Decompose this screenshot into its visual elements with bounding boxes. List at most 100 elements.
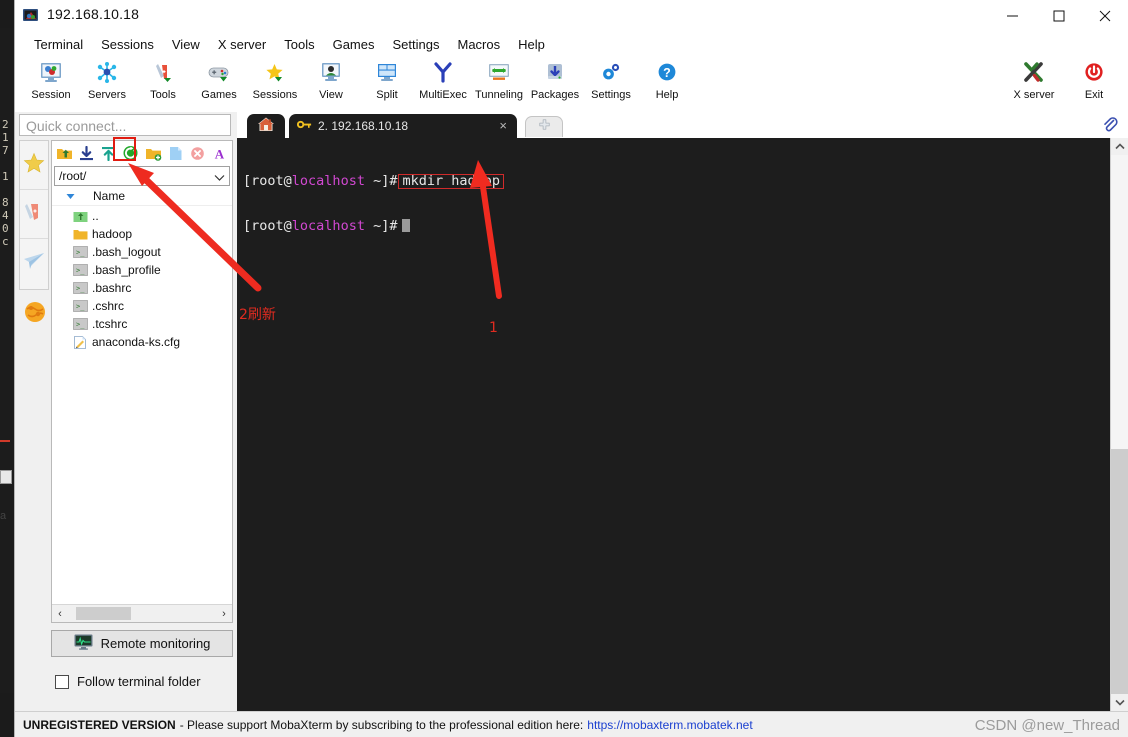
list-item[interactable]: anaconda-ks.cfg bbox=[52, 333, 232, 351]
sftp-delete-button[interactable] bbox=[188, 143, 207, 163]
toolbar-label: Servers bbox=[88, 89, 126, 101]
tab-home[interactable] bbox=[247, 114, 285, 138]
follow-terminal-folder-row[interactable]: Follow terminal folder bbox=[55, 674, 201, 689]
sidebar-icon-strip bbox=[19, 140, 49, 290]
tunneling-icon bbox=[487, 59, 511, 87]
terminal-output[interactable]: [root@localhost ~]# mkdir hadoop [root@lo… bbox=[237, 138, 1111, 711]
sftp-parent-folder-button[interactable] bbox=[55, 143, 74, 163]
bg-row: 7 bbox=[2, 144, 9, 157]
remote-monitoring-button[interactable]: Remote monitoring bbox=[51, 630, 233, 657]
scroll-track[interactable] bbox=[68, 606, 216, 621]
sftp-text-mode-button[interactable]: A bbox=[210, 143, 229, 163]
menu-item-x-server[interactable]: X server bbox=[209, 36, 275, 53]
scroll-right-arrow-icon[interactable]: › bbox=[216, 608, 232, 620]
chevron-down-icon[interactable] bbox=[214, 171, 225, 185]
tab-close-icon[interactable]: × bbox=[499, 119, 507, 132]
attachment-button[interactable] bbox=[1101, 116, 1118, 138]
sftp-file-list[interactable]: .. hadoop >_ .bash_logout >_ .bash_profi… bbox=[52, 207, 232, 604]
sidebar-send-button[interactable] bbox=[20, 239, 48, 287]
list-item[interactable]: .. bbox=[52, 207, 232, 225]
toolbar-button-sessions[interactable]: Sessions bbox=[247, 55, 303, 101]
list-item[interactable]: >_ .bashrc bbox=[52, 279, 232, 297]
sidebar-tools-button[interactable] bbox=[20, 190, 48, 239]
toolbar-label: Tools bbox=[150, 89, 176, 101]
toolbar-button-games[interactable]: Games bbox=[191, 55, 247, 101]
bg-row: 2 bbox=[2, 118, 9, 131]
sftp-download-button[interactable] bbox=[77, 143, 96, 163]
scroll-down-arrow-icon[interactable] bbox=[1111, 694, 1128, 711]
bg-row bbox=[0, 157, 14, 170]
sftp-column-header[interactable]: Name bbox=[52, 187, 232, 206]
toolbar-button-settings[interactable]: Settings bbox=[583, 55, 639, 101]
sftp-new-folder-button[interactable] bbox=[144, 143, 163, 163]
scroll-track[interactable] bbox=[1111, 155, 1128, 694]
monitor-chart-icon bbox=[74, 634, 93, 653]
minimize-button[interactable] bbox=[990, 0, 1036, 32]
status-message: - Please support MobaXterm by subscribin… bbox=[179, 717, 584, 732]
terminal-vertical-scrollbar[interactable] bbox=[1110, 138, 1128, 711]
toolbar-button-exit[interactable]: Exit bbox=[1064, 55, 1124, 101]
scroll-thumb[interactable] bbox=[76, 607, 131, 620]
sidebar-favorites-button[interactable] bbox=[20, 141, 48, 190]
list-item[interactable]: >_ .cshrc bbox=[52, 297, 232, 315]
maximize-button[interactable] bbox=[1036, 0, 1082, 32]
sidebar-globe-button[interactable] bbox=[23, 300, 47, 324]
toolbar-button-view[interactable]: View bbox=[303, 55, 359, 101]
toolbar-button-x-server[interactable]: X server bbox=[1004, 55, 1064, 101]
prompt-user: root bbox=[251, 173, 284, 189]
menu-item-games[interactable]: Games bbox=[324, 36, 384, 53]
toolbar-button-tunneling[interactable]: Tunneling bbox=[471, 55, 527, 101]
ssh-key-icon bbox=[296, 118, 312, 134]
scroll-up-arrow-icon[interactable] bbox=[1111, 138, 1128, 155]
svg-text:>_: >_ bbox=[76, 321, 85, 329]
tools-icon bbox=[151, 59, 175, 87]
toolbar-button-help[interactable]: ? Help bbox=[639, 55, 695, 101]
annotation-refresh-highlight-box bbox=[113, 137, 136, 161]
list-item[interactable]: hadoop bbox=[52, 225, 232, 243]
toolbar-label: View bbox=[319, 89, 343, 101]
toolbar-label: Help bbox=[655, 89, 679, 101]
list-item[interactable]: >_ .tcshrc bbox=[52, 315, 232, 333]
scroll-thumb[interactable] bbox=[1111, 449, 1128, 694]
toolbar-button-servers[interactable]: Servers bbox=[79, 55, 135, 101]
menu-item-sessions[interactable]: Sessions bbox=[92, 36, 163, 53]
quick-connect-input[interactable]: Quick connect... bbox=[19, 114, 231, 136]
sftp-new-file-button[interactable] bbox=[166, 143, 185, 163]
scroll-left-arrow-icon[interactable]: ‹ bbox=[52, 608, 68, 620]
list-item[interactable]: >_ .bash_logout bbox=[52, 243, 232, 261]
menu-item-help[interactable]: Help bbox=[509, 36, 554, 53]
tab-active-session[interactable]: 2. 192.168.10.18 × bbox=[289, 114, 517, 138]
menu-item-settings[interactable]: Settings bbox=[384, 36, 449, 53]
toolbar-label: Tunneling bbox=[475, 89, 523, 101]
menu-item-tools[interactable]: Tools bbox=[275, 36, 323, 53]
toolbar-button-tools[interactable]: Tools bbox=[135, 55, 191, 101]
toolbar-button-multiexec[interactable]: MultiExec bbox=[415, 55, 471, 101]
bg-row: c bbox=[2, 235, 9, 248]
menu-item-terminal[interactable]: Terminal bbox=[25, 36, 92, 53]
sftp-horizontal-scrollbar[interactable]: ‹ › bbox=[52, 604, 232, 622]
script-file-icon: >_ bbox=[72, 281, 88, 295]
menu-item-view[interactable]: View bbox=[163, 36, 209, 53]
svg-text:A: A bbox=[215, 146, 225, 161]
file-name: hadoop bbox=[92, 227, 133, 241]
menu-bar: Terminal Sessions View X server Tools Ga… bbox=[15, 33, 1128, 55]
mobaxterm-link[interactable]: https://mobaxterm.mobatek.net bbox=[587, 718, 752, 732]
packages-icon bbox=[543, 59, 567, 87]
file-name: .cshrc bbox=[92, 299, 125, 313]
list-item[interactable]: >_ .bash_profile bbox=[52, 261, 232, 279]
mobaxterm-window: 192.168.10.18 Terminal Sessions View X s… bbox=[14, 0, 1128, 737]
terminal-command-highlight: mkdir hadoop bbox=[398, 174, 505, 189]
toolbar-button-session[interactable]: Session bbox=[23, 55, 79, 101]
close-button[interactable] bbox=[1082, 0, 1128, 32]
follow-terminal-folder-checkbox[interactable] bbox=[55, 674, 69, 689]
bg-row: 1 bbox=[2, 170, 9, 183]
sftp-path-input[interactable]: /root/ bbox=[54, 166, 230, 186]
config-file-icon bbox=[72, 335, 88, 349]
toolbar-button-packages[interactable]: Packages bbox=[527, 55, 583, 101]
paperclip-icon bbox=[1101, 117, 1118, 137]
menu-item-macros[interactable]: Macros bbox=[448, 36, 509, 53]
session-icon bbox=[39, 59, 63, 87]
tab-new[interactable] bbox=[525, 116, 563, 137]
terminal-line: [root@localhost ~]# bbox=[243, 219, 1111, 234]
toolbar-button-split[interactable]: Split bbox=[359, 55, 415, 101]
